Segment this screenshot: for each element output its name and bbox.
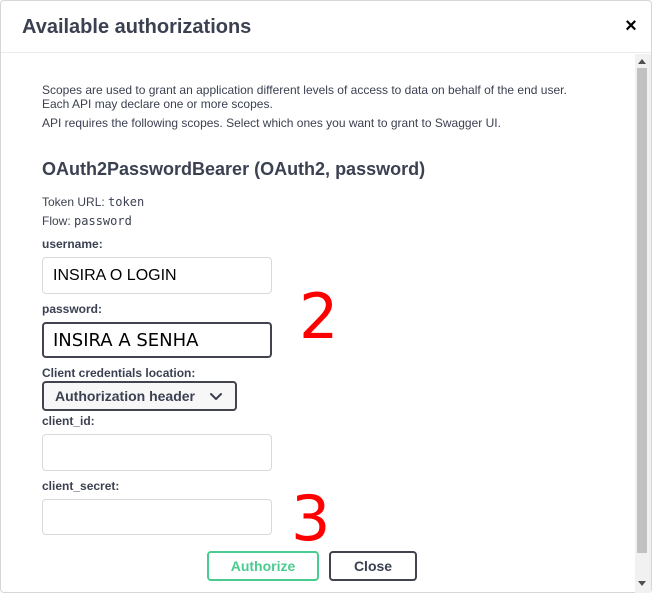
modal-body: Scopes are used to grant an application … — [1, 54, 635, 593]
scrollbar-thumb[interactable] — [637, 68, 647, 553]
username-input[interactable]: INSIRA O LOGIN — [42, 257, 272, 294]
flow-row: Flow: password — [42, 214, 132, 228]
client-credentials-selected: Authorization header — [55, 388, 196, 404]
password-label: password: — [42, 302, 103, 316]
annotation-marker-2: 2 — [299, 280, 339, 353]
token-url-label: Token URL: — [42, 195, 105, 209]
flow-value: password — [74, 214, 132, 228]
password-input[interactable]: INSIRA A SENHA — [42, 322, 272, 358]
client-id-label: client_id: — [42, 414, 95, 428]
close-button[interactable]: Close — [329, 551, 417, 581]
vertical-scrollbar[interactable] — [635, 54, 651, 593]
close-icon[interactable]: × — [621, 15, 641, 37]
token-url-value: token — [108, 195, 145, 209]
scopes-description: Scopes are used to grant an application … — [42, 83, 567, 97]
scroll-up-arrow-icon[interactable] — [638, 59, 646, 64]
client-secret-input[interactable] — [42, 499, 272, 535]
username-label: username: — [42, 237, 103, 251]
annotation-marker-3: 3 — [291, 482, 331, 555]
flow-label: Flow: — [42, 214, 71, 228]
scopes-instruction: API requires the following scopes. Selec… — [42, 116, 501, 130]
modal-title: Available authorizations — [22, 16, 252, 38]
client-id-input[interactable] — [42, 434, 272, 471]
username-value: INSIRA O LOGIN — [53, 266, 177, 284]
client-secret-label: client_secret: — [42, 479, 120, 493]
scopes-description-2: Each API may declare one or more scopes. — [42, 97, 273, 111]
chevron-down-icon — [210, 393, 222, 400]
modal-header: Available authorizations × — [1, 1, 651, 53]
authorization-modal: Available authorizations × Scopes are us… — [0, 0, 652, 593]
auth-scheme-title: OAuth2PasswordBearer (OAuth2, password) — [42, 159, 426, 179]
password-value: INSIRA A SENHA — [53, 329, 199, 351]
token-url-row: Token URL: token — [42, 195, 144, 209]
authorize-button[interactable]: Authorize — [207, 551, 319, 581]
client-credentials-label: Client credentials location: — [42, 366, 196, 380]
client-credentials-select[interactable]: Authorization header — [42, 381, 237, 411]
scroll-down-arrow-icon[interactable] — [638, 581, 646, 586]
